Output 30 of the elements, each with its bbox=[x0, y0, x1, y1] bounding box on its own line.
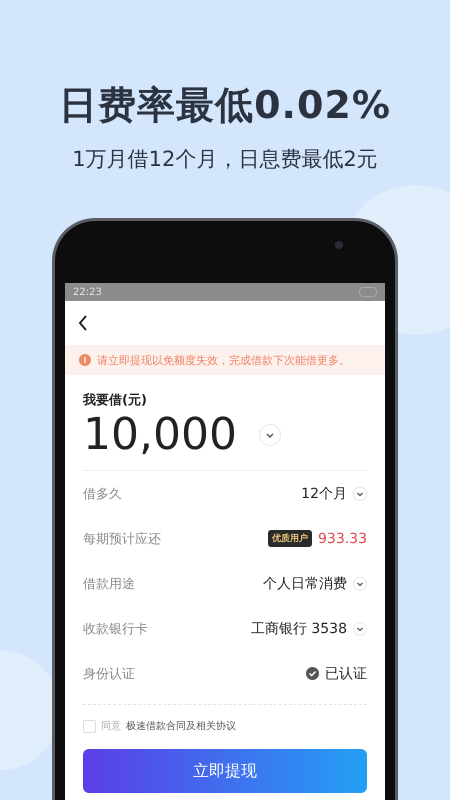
notice-text: 请立即提现以免额度失效，完成借款下次能借更多。 bbox=[97, 352, 350, 368]
row-value[interactable]: 个人日常消费 bbox=[263, 574, 347, 592]
chevron-down-icon bbox=[353, 576, 367, 590]
row-label: 收款银行卡 bbox=[83, 620, 148, 638]
back-icon[interactable] bbox=[77, 314, 89, 332]
check-circle-icon bbox=[306, 667, 319, 680]
row-label: 借款用途 bbox=[83, 576, 135, 592]
subheadline: 1万月借12个月，日息费最低2元 bbox=[72, 146, 378, 173]
info-icon bbox=[79, 354, 91, 366]
member-badge: 优质用户 bbox=[268, 530, 312, 547]
chevron-down-icon bbox=[353, 622, 367, 636]
amount-value: 10,000 bbox=[83, 409, 237, 460]
row-value: 已认证 bbox=[325, 664, 367, 682]
repayment-amount: 933.33 bbox=[318, 530, 367, 546]
row-label: 每期预计应还 bbox=[83, 530, 161, 548]
camera-dot bbox=[335, 241, 343, 249]
amount-label: 我要借(元) bbox=[83, 392, 148, 409]
agreement-link[interactable]: 极速借款合同及相关协议 bbox=[126, 719, 236, 733]
headline: 日费率最低0.02% bbox=[59, 82, 391, 129]
withdraw-button[interactable]: 立即提现 bbox=[83, 749, 367, 793]
status-time: 22:23 bbox=[73, 286, 102, 298]
chevron-down-icon bbox=[353, 486, 367, 500]
row-label: 借多久 bbox=[83, 486, 122, 502]
agree-text: 同意 bbox=[101, 720, 121, 733]
chevron-down-icon[interactable] bbox=[258, 424, 281, 446]
battery-icon bbox=[359, 287, 377, 297]
row-label: 身份认证 bbox=[83, 666, 135, 682]
row-value[interactable]: 12个月 bbox=[301, 484, 347, 502]
agree-checkbox[interactable] bbox=[83, 720, 96, 732]
row-value[interactable]: 工商银行 3538 bbox=[250, 620, 347, 638]
